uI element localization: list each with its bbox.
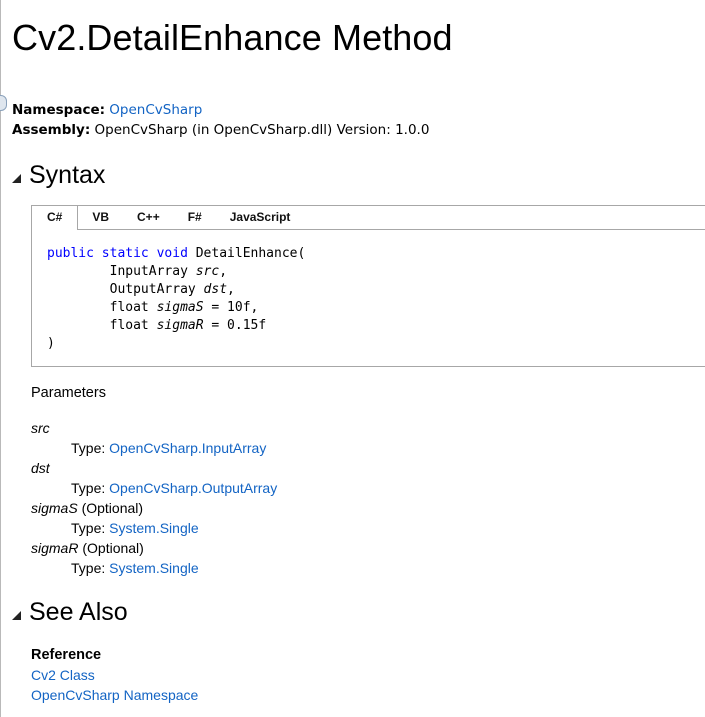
tab-cpp[interactable]: C++ xyxy=(123,206,174,229)
code-default: = 10f, xyxy=(211,300,259,315)
assembly-value: OpenCvSharp (in OpenCvSharp.dll) Version… xyxy=(94,122,430,138)
tab-javascript[interactable]: JavaScript xyxy=(216,206,305,229)
param-optional: (Optional) xyxy=(81,500,144,516)
code-type: InputArray xyxy=(109,264,188,279)
param-type-line: Type: OpenCvSharp.OutputArray xyxy=(71,479,277,497)
code-type: float xyxy=(109,318,149,333)
namespace-page-link[interactable]: OpenCvSharp Namespace xyxy=(31,686,198,704)
type-link[interactable]: System.Single xyxy=(109,520,198,536)
type-label: Type: xyxy=(71,440,106,456)
param-name: sigmaR (Optional) xyxy=(31,539,144,557)
code-param: sigmaR xyxy=(156,318,204,333)
see-also-heading[interactable]: See Also xyxy=(12,597,128,627)
param-name-text: sigmaS xyxy=(31,500,78,516)
param-name-text: sigmaR xyxy=(31,540,79,556)
code-keyword: public xyxy=(47,246,94,261)
param-name: dst xyxy=(31,459,50,477)
collapse-triangle-icon xyxy=(12,610,21,620)
tab-csharp[interactable]: C# xyxy=(32,206,79,230)
collapse-pane-handle[interactable] xyxy=(0,95,7,111)
tab-fsharp[interactable]: F# xyxy=(174,206,216,229)
cv2-class-link[interactable]: Cv2 Class xyxy=(31,666,95,684)
code-param: sigmaS xyxy=(156,300,204,315)
param-name-text: src xyxy=(31,420,50,436)
syntax-heading-label: Syntax xyxy=(29,161,106,189)
language-tabs: C# VB C++ F# JavaScript xyxy=(32,206,705,230)
code-block: public static void DetailEnhance( InputA… xyxy=(47,246,306,351)
code-keyword: void xyxy=(156,246,188,261)
assembly-label: Assembly: xyxy=(12,122,91,138)
param-name: sigmaS (Optional) xyxy=(31,499,143,517)
type-label: Type: xyxy=(71,560,106,576)
namespace-label: Namespace: xyxy=(12,102,105,118)
code-type: OutputArray xyxy=(109,282,196,297)
syntax-heading[interactable]: Syntax xyxy=(12,160,105,190)
namespace-link[interactable]: OpenCvSharp xyxy=(109,102,202,118)
type-label: Type: xyxy=(71,520,106,536)
namespace-line: Namespace: OpenCvSharp xyxy=(12,101,202,119)
param-optional: (Optional) xyxy=(82,540,144,556)
param-type-line: Type: System.Single xyxy=(71,559,199,577)
collapse-triangle-icon xyxy=(12,173,21,183)
code-type: float xyxy=(109,300,149,315)
param-type-line: Type: OpenCvSharp.InputArray xyxy=(71,439,266,457)
parameters-heading: Parameters xyxy=(31,385,106,401)
code-default: = 0.15f xyxy=(211,318,267,333)
code-keyword: static xyxy=(101,246,149,261)
tab-vb[interactable]: VB xyxy=(78,206,123,229)
param-type-line: Type: System.Single xyxy=(71,519,199,537)
code-method: DetailEnhance( xyxy=(195,246,306,261)
type-link[interactable]: OpenCvSharp.InputArray xyxy=(109,440,266,456)
page-title: Cv2.DetailEnhance Method xyxy=(12,17,453,58)
type-link[interactable]: OpenCvSharp.OutputArray xyxy=(109,480,277,496)
param-name-text: dst xyxy=(31,460,50,476)
code-snippet-box: C# VB C++ F# JavaScript public static vo… xyxy=(31,205,705,367)
assembly-line: Assembly: OpenCvSharp (in OpenCvSharp.dl… xyxy=(12,121,429,139)
code-close: ) xyxy=(47,336,55,351)
param-name: src xyxy=(31,419,50,437)
see-also-heading-label: See Also xyxy=(29,598,128,626)
code-param: dst xyxy=(203,282,228,297)
reference-heading: Reference xyxy=(31,647,102,663)
type-label: Type: xyxy=(71,480,106,496)
type-link[interactable]: System.Single xyxy=(109,560,198,576)
code-param: src xyxy=(195,264,220,279)
